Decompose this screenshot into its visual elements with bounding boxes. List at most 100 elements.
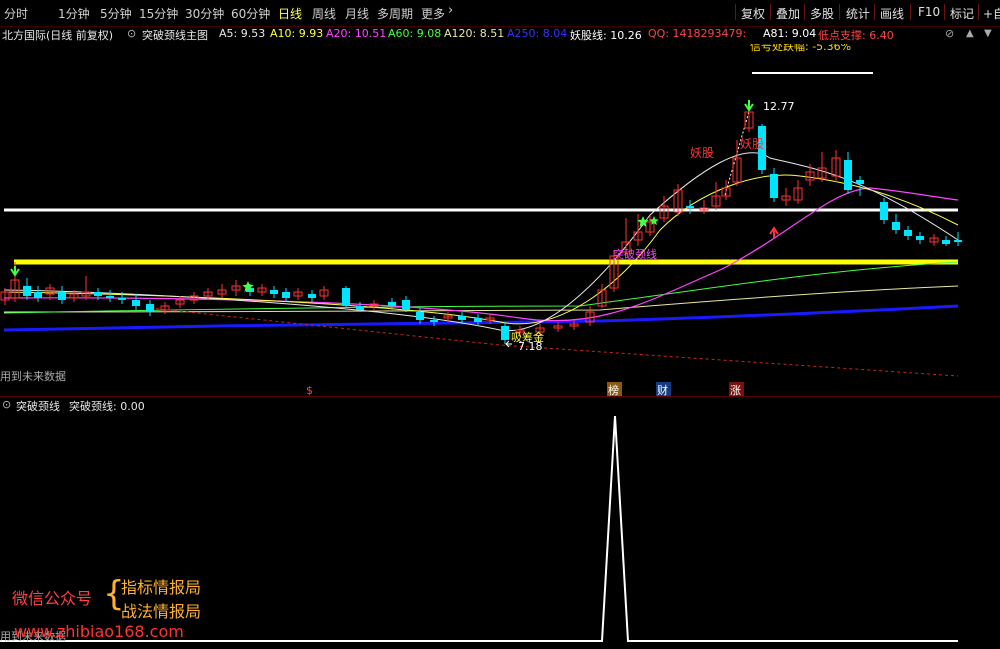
ma5-value: A5: 9.53 [219,27,266,40]
yao-stock-label: 妖股 [740,137,764,151]
f10-button[interactable]: F10 [918,5,940,19]
statistics-button[interactable]: 统计 [846,5,870,22]
candle-body [474,318,482,322]
divider [770,4,771,20]
event-marker-text: 财 [657,383,668,396]
event-marker[interactable]: 榜 [607,382,622,396]
indicator-toggle-icon[interactable]: ⊙ [2,398,11,411]
ma60-value: A60: 9.08 [388,27,442,40]
indicator-toggle-icon[interactable]: ⊙ [127,27,136,40]
period-toolbar: 分时 1分钟 5分钟 15分钟 30分钟 60分钟 日线 周线 月线 多周期 更… [0,0,1000,27]
ma20-line [3,187,959,322]
candle-body [856,180,864,184]
candle-body [106,296,114,298]
mark-button[interactable]: 标记 [950,5,974,22]
candle-body [118,298,126,300]
divider [804,4,805,20]
candle-body [402,300,410,310]
accumulation-label: 吸筹金 [511,330,544,344]
event-marker-text: 涨 [730,384,741,396]
divider [735,4,736,20]
breakout-label: 突破颈线 [613,247,657,261]
low-support-value: 低点支撑: 6.40 [818,29,894,42]
peak-price-label: 12.77 [763,100,795,113]
chevron-right-icon[interactable]: › [448,3,453,18]
candle-body [146,304,154,312]
candle-body [132,300,140,306]
tab-daily[interactable]: 日线 [278,5,302,22]
candle-body [94,292,102,296]
candle-body [430,320,438,322]
candle-body [270,290,278,294]
tab-15min[interactable]: 15分钟 [139,5,178,22]
candle-body [844,160,852,190]
tab-1min[interactable]: 1分钟 [58,5,90,22]
chart-annotations [10,100,779,348]
tab-intraday[interactable]: 分时 [4,5,28,22]
stock-title: 北方国际(日线 前复权) [2,29,114,42]
multi-stock-button[interactable]: 多股 [810,5,834,22]
candle-body [458,316,466,320]
move-up-icon[interactable]: ▲ [966,28,974,39]
divider [944,4,945,20]
future-data-note: 用到未来数据 [0,369,66,383]
yao-line-value: 妖股线: 10.26 [570,29,642,42]
candle-body [342,288,350,306]
candle-body [770,174,778,198]
indicator-header: 北方国际(日线 前复权) ⊙ 突破颈线主图 A5: 9.53 A10: 9.93… [0,26,1000,44]
tab-more[interactable]: 更多 [421,5,445,22]
event-marker-text: $ [306,384,313,396]
candle-body [356,306,364,310]
tab-weekly[interactable]: 周线 [312,5,336,22]
candle-body [686,206,694,208]
divider [978,4,979,20]
yao-stock-label: 妖股 [690,146,714,160]
divider [839,4,840,20]
watermark-line-2: 战法情报局 [121,602,202,621]
ma120-value: A120: 8.51 [444,27,505,40]
tab-60min[interactable]: 60分钟 [231,5,270,22]
tab-monthly[interactable]: 月线 [345,5,369,22]
close-icon[interactable]: ⊘ [945,27,954,40]
watermark-url: www.zhibiao168.com [14,622,184,641]
indicator-name[interactable]: 突破颈线主图 [142,27,208,43]
candle-body [904,230,912,236]
ma5-line [3,152,959,332]
candle-body [942,240,950,244]
candle-body [388,302,396,306]
tab-30min[interactable]: 30分钟 [185,5,224,22]
candle-body [880,202,888,220]
ma20-value: A20: 10.51 [326,27,387,40]
ma250-value: A250: 8.04 [507,27,568,40]
event-marker[interactable]: 财 [656,382,671,396]
signal-drop-text: 信号处跌幅: -5.36% [750,44,851,53]
divider [874,4,875,20]
divider [910,4,911,20]
candle-body [416,312,424,320]
event-marker-text: 榜 [608,383,619,396]
candle-body [954,240,962,242]
candle-body [501,326,509,340]
candle-body [916,236,924,240]
candles [0,106,962,344]
restore-rights-button[interactable]: 复权 [741,5,765,22]
tab-5min[interactable]: 5分钟 [100,5,132,22]
event-marker[interactable]: $ [303,382,317,396]
move-down-icon[interactable]: ▼ [984,28,992,39]
custom-button[interactable]: +自 [983,5,1000,22]
overlay-button[interactable]: 叠加 [776,5,800,22]
candlestick-chart[interactable]: 信号处跌幅: -5.36% 12.77 7.18 妖股 妖股 突破颈线 吸筹金 … [0,44,1000,396]
candle-body [308,294,316,298]
watermark-wechat: 微信公众号 [12,589,93,608]
candle-body [34,292,42,298]
down-arrow-icon [744,100,754,112]
candle-body [58,292,66,300]
draw-line-button[interactable]: 画线 [880,5,904,22]
tab-multi-period[interactable]: 多周期 [377,5,413,22]
down-arrow-icon [10,266,20,277]
watermark-line-1: 指标情报局 [121,578,202,597]
qq-value: QQ: 1418293479: [648,27,747,40]
event-marker[interactable]: 涨 [729,382,744,396]
moving-average-lines [3,107,959,377]
panel-divider [0,396,1000,397]
